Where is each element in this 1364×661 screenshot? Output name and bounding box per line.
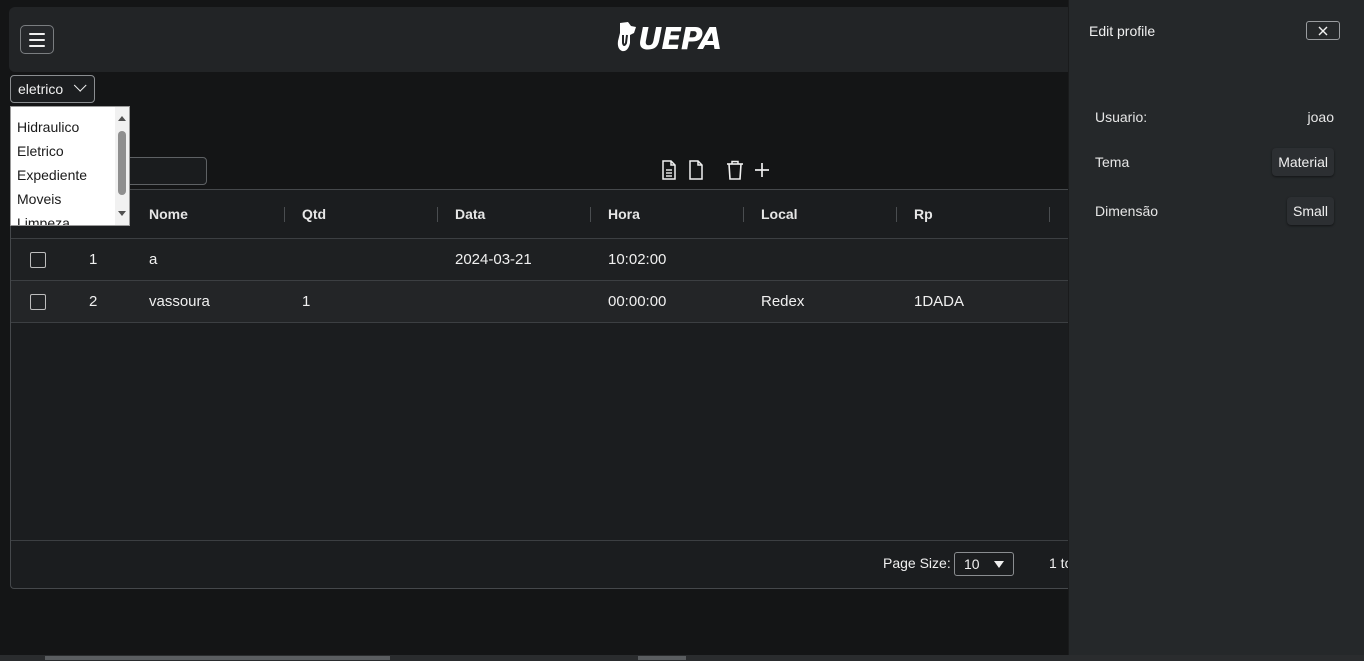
- scrollbar-thumb[interactable]: [118, 131, 126, 195]
- column-header-local[interactable]: Local: [761, 190, 798, 239]
- cell-hora: 00:00:00: [608, 293, 667, 310]
- hamburger-line: [29, 44, 45, 47]
- column-resize-handle[interactable]: [1049, 207, 1050, 222]
- category-select[interactable]: eletrico: [10, 75, 95, 103]
- column-resize-handle[interactable]: [743, 207, 744, 222]
- column-header-rp[interactable]: Rp: [914, 190, 933, 239]
- search-input[interactable]: [120, 157, 207, 185]
- grid-footer: Page Size: 10 1 to: [11, 540, 1079, 588]
- dimensao-label: Dimensão: [1095, 203, 1159, 219]
- hamburger-line: [29, 38, 45, 41]
- page-size-select[interactable]: 10: [954, 552, 1014, 576]
- file-icon[interactable]: [687, 159, 705, 181]
- close-button[interactable]: [1306, 21, 1340, 40]
- category-option-limpeza[interactable]: Limpeza: [17, 211, 70, 225]
- cell-id: 2: [89, 293, 98, 310]
- trash-icon[interactable]: [726, 159, 744, 181]
- column-resize-handle[interactable]: [284, 207, 285, 222]
- cell-nome: a: [149, 251, 158, 268]
- page-size-value: 10: [964, 556, 980, 572]
- edit-profile-panel: Edit profile Usuario: joao Tema Material…: [1068, 0, 1364, 655]
- column-resize-handle[interactable]: [437, 207, 438, 222]
- menu-button[interactable]: [20, 25, 54, 54]
- cell-id: 1: [89, 251, 98, 268]
- column-header-hora[interactable]: Hora: [608, 190, 640, 239]
- column-header-qtd[interactable]: Qtd: [302, 190, 326, 239]
- uepa-logo: UEPA: [616, 19, 722, 59]
- table-row[interactable]: 2 vassoura 1 00:00:00 Redex 1DADA .: [11, 281, 1079, 323]
- scrollbar-thumb[interactable]: [638, 656, 686, 660]
- data-grid: Nome Qtd Data Hora Local Rp 1 a 2024-03-…: [10, 189, 1079, 589]
- category-option-hidraulico[interactable]: Hidraulico: [17, 115, 79, 139]
- cell-local: Redex: [761, 293, 805, 310]
- tema-label: Tema: [1095, 154, 1130, 170]
- table-row[interactable]: 1 a 2024-03-21 10:02:00: [11, 239, 1079, 281]
- cell-hora: 10:02:00: [608, 251, 667, 268]
- toolbar-icons: [660, 158, 771, 182]
- logo-map-icon: [617, 22, 636, 52]
- hamburger-icon: [29, 32, 45, 35]
- plus-icon[interactable]: [753, 159, 771, 181]
- cell-nome: vassoura: [149, 293, 210, 310]
- panel-title: Edit profile: [1089, 23, 1156, 39]
- usuario-label: Usuario:: [1095, 109, 1148, 125]
- scroll-down-icon[interactable]: [118, 211, 126, 216]
- column-header-data[interactable]: Data: [455, 190, 485, 239]
- close-icon: [1318, 26, 1328, 35]
- category-dropdown-list[interactable]: Hidraulico Eletrico Expediente Moveis Li…: [10, 106, 130, 226]
- category-option-moveis[interactable]: Moveis: [17, 187, 61, 211]
- scrollbar-thumb[interactable]: [45, 656, 390, 660]
- tema-select[interactable]: Material: [1272, 148, 1334, 176]
- row-checkbox[interactable]: [30, 252, 46, 268]
- row-checkbox[interactable]: [30, 294, 46, 310]
- category-select-value: eletrico: [18, 81, 64, 97]
- page-size-label: Page Size:: [883, 555, 951, 571]
- dimensao-select[interactable]: Small: [1286, 197, 1334, 225]
- top-app-bar: UEPA: [9, 7, 1079, 72]
- category-option-eletrico[interactable]: Eletrico: [17, 139, 64, 163]
- dropdown-scrollbar[interactable]: [115, 107, 129, 225]
- grid-header: Nome Qtd Data Hora Local Rp: [11, 190, 1079, 239]
- cell-qtd: 1: [302, 293, 311, 310]
- cell-data: 2024-03-21: [455, 251, 532, 268]
- logo-text: UEPA: [638, 21, 722, 57]
- column-resize-handle[interactable]: [896, 207, 897, 222]
- chevron-down-icon: [73, 79, 87, 92]
- column-header-nome[interactable]: Nome: [149, 190, 188, 239]
- category-option-expediente[interactable]: Expediente: [17, 163, 87, 187]
- usuario-value: joao: [1307, 109, 1334, 125]
- caret-down-icon: [994, 561, 1004, 568]
- scroll-up-icon[interactable]: [118, 116, 126, 121]
- horizontal-scrollbar[interactable]: [0, 655, 1364, 661]
- column-resize-handle[interactable]: [590, 207, 591, 222]
- cell-rp: 1DADA: [914, 293, 965, 310]
- file-text-icon[interactable]: [660, 159, 678, 181]
